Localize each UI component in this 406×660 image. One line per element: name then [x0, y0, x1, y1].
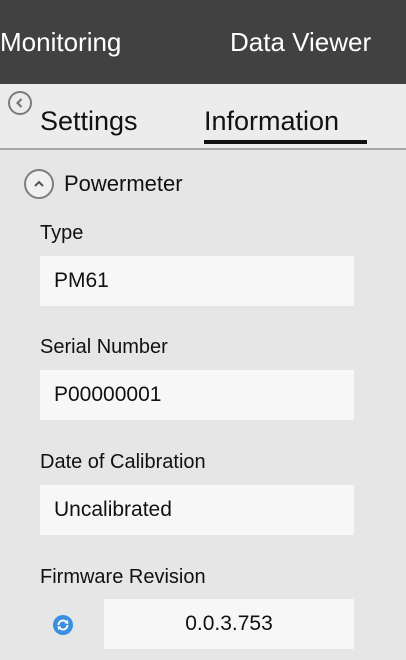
powermeter-section-header[interactable]: Powermeter	[24, 168, 183, 200]
active-tab-indicator	[204, 140, 367, 144]
tab-information[interactable]: Information	[204, 106, 339, 137]
tab-monitoring[interactable]: Monitoring	[0, 27, 121, 58]
refresh-icon	[53, 615, 73, 635]
serial-number-field: P00000001	[40, 370, 354, 420]
section-title: Powermeter	[64, 171, 183, 196]
back-button[interactable]	[8, 91, 32, 115]
tab-settings[interactable]: Settings	[40, 106, 138, 137]
sub-tab-bar: Settings Information	[0, 84, 406, 150]
type-label: Type	[40, 222, 84, 244]
calibration-date-field: Uncalibrated	[40, 485, 354, 535]
type-field: PM61	[40, 256, 354, 306]
firmware-revision-label: Firmware Revision	[40, 566, 206, 588]
collapse-button[interactable]	[24, 169, 54, 199]
calibration-date-label: Date of Calibration	[40, 451, 206, 473]
chevron-up-icon	[34, 180, 44, 187]
serial-number-label: Serial Number	[40, 336, 168, 358]
top-navigation: Monitoring Data Viewer	[0, 0, 406, 84]
chevron-left-icon	[16, 98, 23, 108]
firmware-revision-field: 0.0.3.753	[104, 599, 354, 649]
tab-data-viewer[interactable]: Data Viewer	[230, 27, 371, 58]
refresh-button[interactable]	[52, 614, 74, 636]
